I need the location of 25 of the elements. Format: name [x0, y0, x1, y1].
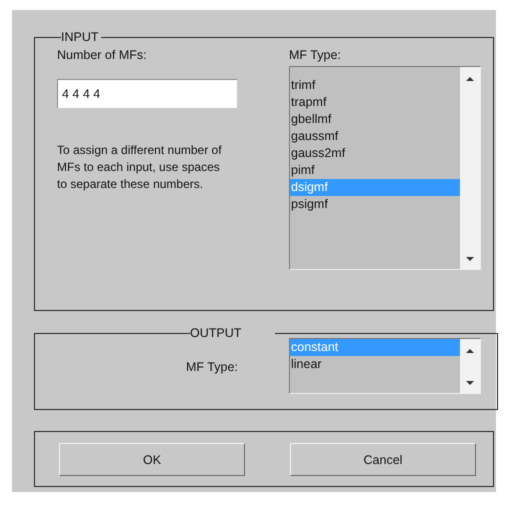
dialog-button[interactable]: OK: [59, 443, 245, 476]
list-box[interactable]: constant linear: [289, 338, 481, 394]
field-label: Number of MFs:: [57, 48, 148, 62]
list-box[interactable]: trimf trapmf gbellmf gaussmf gauss2mf pimf dsigmf psigmf: [289, 66, 481, 270]
scroll-down-icon[interactable]: [466, 257, 474, 261]
list-item[interactable]: linear: [290, 356, 460, 373]
list-item[interactable]: gaussmf: [290, 128, 460, 145]
input-field[interactable]: 4 4 4 4: [57, 79, 237, 108]
field-label: MF Type:: [289, 48, 342, 62]
scrollbar[interactable]: [460, 67, 480, 269]
list-item[interactable]: gbellmf: [290, 111, 460, 128]
list-item[interactable]: pimf: [290, 162, 460, 179]
scroll-up-icon[interactable]: [466, 77, 474, 81]
list-item[interactable]: gauss2mf: [290, 145, 460, 162]
scroll-up-icon[interactable]: [466, 349, 474, 353]
field-label: MF Type:: [186, 360, 239, 374]
list-item[interactable]: trimf: [290, 77, 460, 94]
help-text: To assign a different number of MFs to each input, use spaces to separate these numbers.: [57, 142, 223, 193]
scroll-down-icon[interactable]: [466, 381, 474, 385]
list-item[interactable]: psigmf: [290, 196, 460, 213]
panel-title: OUTPUT: [190, 326, 242, 340]
panel-title: INPUT: [61, 30, 100, 44]
dialog-button[interactable]: Cancel: [290, 443, 476, 476]
scrollbar[interactable]: [460, 339, 480, 393]
list-item[interactable]: trapmf: [290, 94, 460, 111]
